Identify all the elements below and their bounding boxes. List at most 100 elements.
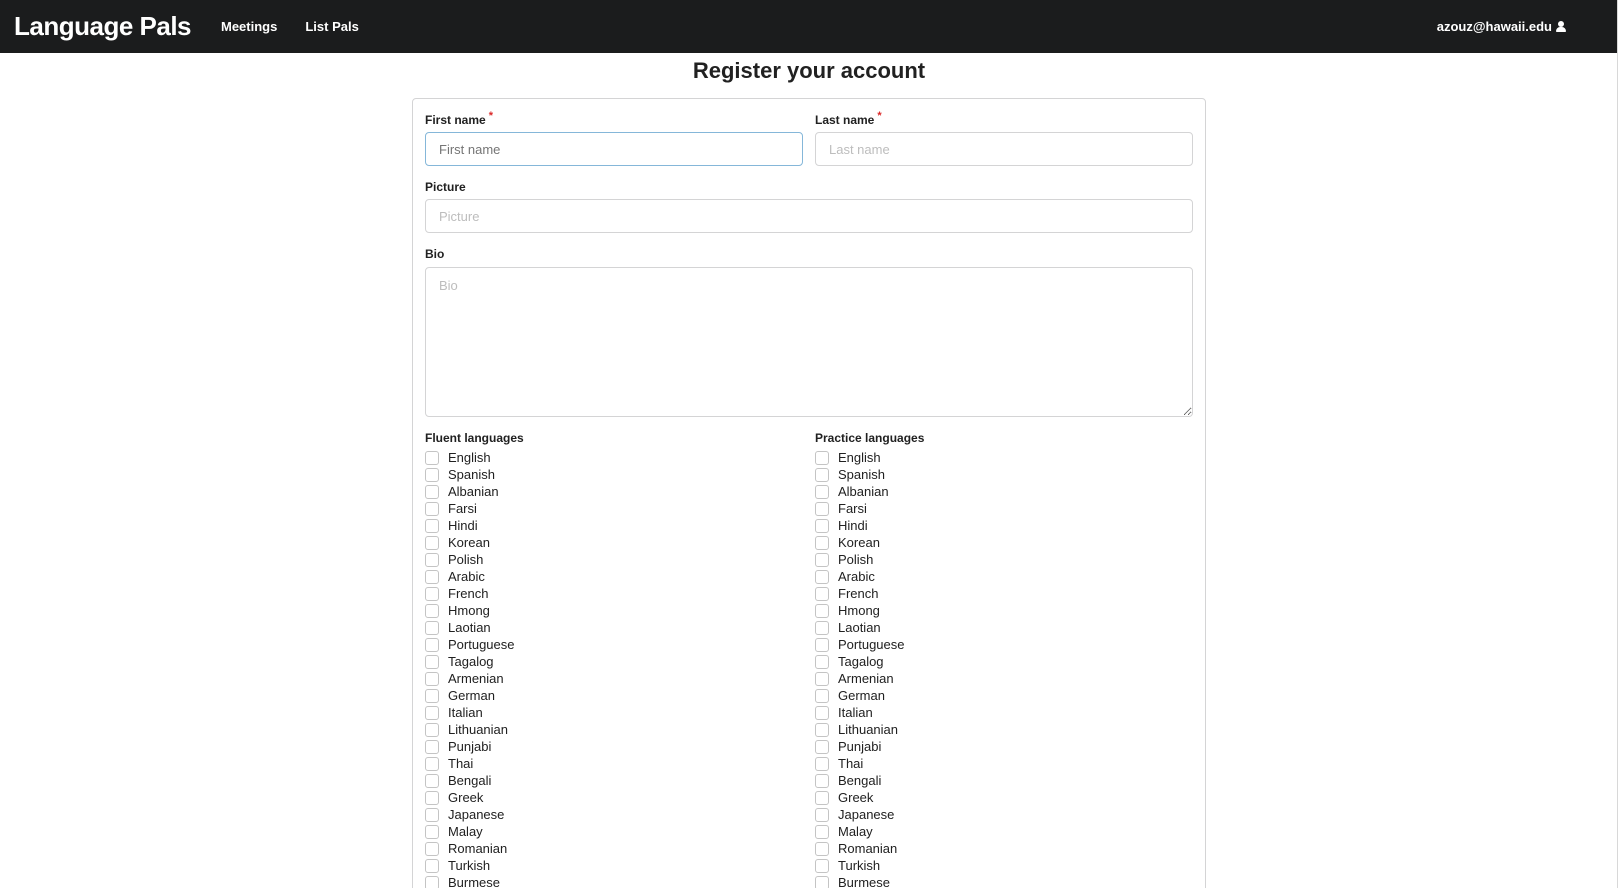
first-name-input[interactable]	[425, 132, 803, 166]
practice-language-option[interactable]: Hmong	[815, 602, 905, 619]
bio-textarea[interactable]	[425, 267, 1193, 417]
fluent-language-option[interactable]: Polish	[425, 551, 515, 568]
practice-language-option[interactable]: Burmese	[815, 874, 905, 888]
practice-language-option[interactable]: Romanian	[815, 840, 905, 857]
practice-language-option[interactable]: Laotian	[815, 619, 905, 636]
fluent-language-option[interactable]: Punjabi	[425, 738, 515, 755]
fluent-language-checkbox[interactable]	[425, 739, 439, 754]
fluent-language-checkbox[interactable]	[425, 450, 439, 465]
fluent-language-option[interactable]: Burmese	[425, 874, 515, 888]
practice-language-option[interactable]: Malay	[815, 823, 905, 840]
practice-language-option[interactable]: Lithuanian	[815, 721, 905, 738]
practice-language-checkbox[interactable]	[815, 586, 829, 601]
fluent-language-option[interactable]: French	[425, 585, 515, 602]
practice-language-option[interactable]: Greek	[815, 789, 905, 806]
fluent-language-checkbox[interactable]	[425, 807, 439, 822]
fluent-language-option[interactable]: Arabic	[425, 568, 515, 585]
practice-language-option[interactable]: Hindi	[815, 517, 905, 534]
fluent-language-checkbox[interactable]	[425, 875, 439, 888]
fluent-language-checkbox[interactable]	[425, 722, 439, 737]
fluent-language-option[interactable]: Farsi	[425, 500, 515, 517]
fluent-language-option[interactable]: German	[425, 687, 515, 704]
fluent-language-option[interactable]: Turkish	[425, 857, 515, 874]
fluent-language-checkbox[interactable]	[425, 535, 439, 550]
fluent-language-checkbox[interactable]	[425, 552, 439, 567]
fluent-language-checkbox[interactable]	[425, 773, 439, 788]
practice-language-option[interactable]: Arabic	[815, 568, 905, 585]
practice-language-option[interactable]: Portuguese	[815, 636, 905, 653]
practice-language-checkbox[interactable]	[815, 824, 829, 839]
fluent-language-checkbox[interactable]	[425, 501, 439, 516]
practice-language-checkbox[interactable]	[815, 807, 829, 822]
practice-language-checkbox[interactable]	[815, 705, 829, 720]
fluent-language-option[interactable]: Portuguese	[425, 636, 515, 653]
fluent-language-option[interactable]: Italian	[425, 704, 515, 721]
practice-language-option[interactable]: Polish	[815, 551, 905, 568]
nav-link-list-pals[interactable]: List Pals	[305, 19, 358, 34]
fluent-language-checkbox[interactable]	[425, 586, 439, 601]
fluent-language-checkbox[interactable]	[425, 569, 439, 584]
practice-language-checkbox[interactable]	[815, 790, 829, 805]
fluent-language-checkbox[interactable]	[425, 824, 439, 839]
practice-language-checkbox[interactable]	[815, 620, 829, 635]
practice-language-option[interactable]: Italian	[815, 704, 905, 721]
fluent-language-checkbox[interactable]	[425, 671, 439, 686]
practice-language-option[interactable]: Spanish	[815, 466, 905, 483]
practice-language-option[interactable]: Punjabi	[815, 738, 905, 755]
fluent-language-option[interactable]: Hindi	[425, 517, 515, 534]
fluent-language-checkbox[interactable]	[425, 756, 439, 771]
practice-language-option[interactable]: Farsi	[815, 500, 905, 517]
practice-language-checkbox[interactable]	[815, 671, 829, 686]
last-name-input[interactable]	[815, 132, 1193, 166]
fluent-language-option[interactable]: English	[425, 449, 515, 466]
fluent-language-option[interactable]: Laotian	[425, 619, 515, 636]
practice-language-checkbox[interactable]	[815, 484, 829, 499]
fluent-language-option[interactable]: Lithuanian	[425, 721, 515, 738]
practice-language-checkbox[interactable]	[815, 535, 829, 550]
fluent-language-checkbox[interactable]	[425, 620, 439, 635]
fluent-language-option[interactable]: Tagalog	[425, 653, 515, 670]
practice-language-checkbox[interactable]	[815, 756, 829, 771]
fluent-language-option[interactable]: Spanish	[425, 466, 515, 483]
practice-language-checkbox[interactable]	[815, 552, 829, 567]
practice-language-checkbox[interactable]	[815, 569, 829, 584]
practice-language-option[interactable]: Japanese	[815, 806, 905, 823]
practice-language-option[interactable]: Albanian	[815, 483, 905, 500]
practice-language-checkbox[interactable]	[815, 518, 829, 533]
user-menu[interactable]: azouz@hawaii.edu	[1437, 0, 1566, 53]
practice-language-checkbox[interactable]	[815, 858, 829, 873]
practice-language-option[interactable]: Turkish	[815, 857, 905, 874]
fluent-language-option[interactable]: Armenian	[425, 670, 515, 687]
practice-language-checkbox[interactable]	[815, 773, 829, 788]
fluent-language-option[interactable]: Hmong	[425, 602, 515, 619]
fluent-language-checkbox[interactable]	[425, 705, 439, 720]
fluent-language-option[interactable]: Korean	[425, 534, 515, 551]
practice-language-option[interactable]: Armenian	[815, 670, 905, 687]
practice-language-checkbox[interactable]	[815, 467, 829, 482]
practice-language-checkbox[interactable]	[815, 654, 829, 669]
practice-language-option[interactable]: Korean	[815, 534, 905, 551]
practice-language-option[interactable]: French	[815, 585, 905, 602]
fluent-language-checkbox[interactable]	[425, 841, 439, 856]
practice-language-option[interactable]: German	[815, 687, 905, 704]
practice-language-checkbox[interactable]	[815, 688, 829, 703]
practice-language-checkbox[interactable]	[815, 603, 829, 618]
practice-language-checkbox[interactable]	[815, 637, 829, 652]
fluent-language-option[interactable]: Romanian	[425, 840, 515, 857]
fluent-language-checkbox[interactable]	[425, 603, 439, 618]
practice-language-checkbox[interactable]	[815, 450, 829, 465]
practice-language-option[interactable]: English	[815, 449, 905, 466]
fluent-language-checkbox[interactable]	[425, 790, 439, 805]
fluent-language-checkbox[interactable]	[425, 858, 439, 873]
fluent-language-option[interactable]: Malay	[425, 823, 515, 840]
fluent-language-checkbox[interactable]	[425, 654, 439, 669]
fluent-language-checkbox[interactable]	[425, 484, 439, 499]
fluent-language-option[interactable]: Albanian	[425, 483, 515, 500]
picture-input[interactable]	[425, 199, 1193, 233]
practice-language-checkbox[interactable]	[815, 841, 829, 856]
practice-language-checkbox[interactable]	[815, 722, 829, 737]
practice-language-option[interactable]: Thai	[815, 755, 905, 772]
practice-language-checkbox[interactable]	[815, 739, 829, 754]
nav-link-meetings[interactable]: Meetings	[221, 19, 277, 34]
practice-language-checkbox[interactable]	[815, 501, 829, 516]
